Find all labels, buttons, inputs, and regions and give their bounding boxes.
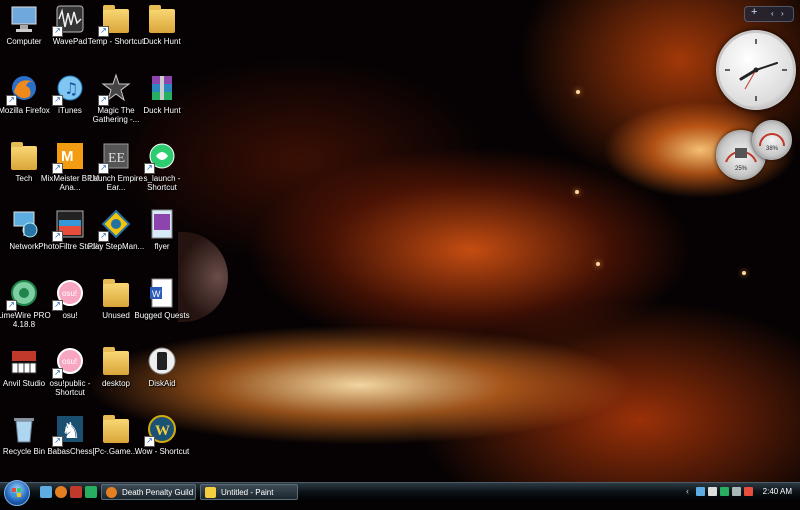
icon-label: Bugged Quests: [134, 311, 190, 320]
app-quicklaunch-icon[interactable]: [70, 486, 82, 498]
svg-text:W: W: [155, 423, 170, 439]
taskbar-button-label: Untitled - Paint: [221, 488, 274, 497]
app-tray-icon[interactable]: [720, 487, 729, 496]
folder-icon: [8, 140, 40, 172]
sidebar-controls[interactable]: + ‹ ›: [744, 6, 794, 22]
app-tray-icon[interactable]: [744, 487, 753, 496]
previous-gadget-icon[interactable]: ‹: [771, 9, 774, 18]
tray-expand-icon[interactable]: ‹: [686, 486, 689, 496]
volume-tray-icon[interactable]: [708, 487, 717, 496]
clock-face-icon: [725, 39, 787, 101]
icon-label: Duck Hunt: [143, 37, 181, 46]
svg-text:osu!: osu!: [62, 357, 77, 366]
word-document-icon: W: [146, 277, 178, 309]
desktop-icon-duck-hunt-archive[interactable]: Duck Hunt: [130, 72, 194, 115]
slaunch-icon: ↗: [144, 140, 178, 174]
wow-icon: W ↗: [144, 413, 178, 447]
shortcut-arrow-icon: ↗: [144, 436, 155, 447]
diskaid-icon: [146, 345, 178, 377]
taskbar-button-firefox[interactable]: Death Penalty Guild ...: [101, 484, 196, 500]
network-tray-icon[interactable]: [696, 487, 705, 496]
svg-text:♞: ♞: [61, 419, 81, 444]
mixmeister-icon: M ↗: [52, 140, 86, 174]
anvil-studio-icon: [8, 345, 40, 377]
photofiltre-icon: ↗: [52, 208, 86, 242]
taskbar-button-paint[interactable]: Untitled - Paint: [200, 484, 298, 500]
winrar-icon: [146, 72, 178, 104]
svg-text:W: W: [152, 289, 161, 299]
svg-text:EE: EE: [108, 151, 125, 166]
shortcut-arrow-icon: ↗: [52, 368, 63, 379]
shortcut-arrow-icon: ↗: [52, 95, 63, 106]
app-quicklaunch-icon[interactable]: [85, 486, 97, 498]
wavepad-icon: ↗: [52, 3, 86, 37]
shortcut-arrow-icon: ↗: [98, 231, 109, 242]
firefox-icon: [106, 487, 117, 498]
icon-label: Duck Hunt: [143, 106, 181, 115]
shortcut-arrow-icon: ↗: [144, 163, 155, 174]
system-tray: ‹ 2:40 AM: [686, 483, 800, 501]
memory-value: 38%: [765, 146, 778, 152]
folder-icon: [146, 3, 178, 35]
firefox-quicklaunch-icon[interactable]: [55, 486, 67, 498]
paint-icon: [205, 487, 216, 498]
limewire-icon: ↗: [6, 277, 40, 311]
icon-label: DiskAid: [148, 379, 176, 388]
empire-earth-icon: EE ↗: [98, 140, 132, 174]
svg-text:osu!: osu!: [62, 289, 77, 298]
desktop-icon-diskaid[interactable]: DiskAid: [130, 345, 194, 388]
desktop-icon-flyer[interactable]: flyer: [130, 208, 194, 251]
shortcut-arrow-icon: ↗: [52, 163, 63, 174]
shortcut-arrow-icon: ↗: [98, 26, 109, 37]
image-file-icon: [146, 208, 178, 240]
network-icon: [8, 208, 40, 240]
memory-meter-gadget[interactable]: 38%: [752, 120, 792, 160]
add-gadget-icon[interactable]: +: [751, 6, 757, 18]
desktop-icon-duck-hunt-folder[interactable]: Duck Hunt: [130, 3, 194, 46]
osu-icon: osu! ↗: [52, 345, 86, 379]
shortcut-arrow-icon: ↗: [52, 231, 63, 242]
desktop-icon-s-launch[interactable]: ↗ s_launch - Shortcut: [130, 140, 194, 192]
recycle-bin-icon: [8, 413, 40, 445]
babaschess-icon: ♞ ↗: [52, 413, 86, 447]
show-desktop-icon[interactable]: [40, 486, 52, 498]
svg-text:♫: ♫: [64, 79, 78, 98]
firefox-icon: ↗: [6, 72, 40, 106]
osu-icon: osu! ↗: [52, 277, 86, 311]
next-gadget-icon[interactable]: ›: [781, 9, 784, 18]
icon-label: Wow - Shortcut: [134, 447, 190, 456]
star: [596, 262, 600, 266]
gauge-needle-icon: [759, 133, 785, 147]
cpu-value: 25%: [734, 166, 747, 172]
taskbar: Death Penalty Guild ... Untitled - Paint…: [0, 480, 800, 506]
shortcut-arrow-icon: ↗: [98, 163, 109, 174]
taskbar-clock[interactable]: 2:40 AM: [763, 487, 792, 496]
start-button[interactable]: [4, 480, 30, 506]
folder-icon: ↗: [98, 3, 132, 37]
shortcut-arrow-icon: ↗: [6, 95, 17, 106]
app-tray-icon[interactable]: [732, 487, 741, 496]
itunes-icon: ♫ ↗: [52, 72, 86, 106]
clock-gadget[interactable]: [716, 30, 796, 110]
computer-icon: [8, 3, 40, 35]
shortcut-arrow-icon: ↗: [6, 300, 17, 311]
shortcut-arrow-icon: ↗: [52, 26, 63, 37]
shortcut-arrow-icon: ↗: [52, 436, 63, 447]
desktop-icon-wow[interactable]: W ↗ Wow - Shortcut: [130, 413, 194, 456]
desktop-icon-bugged-quests[interactable]: W Bugged Quests: [130, 277, 194, 320]
folder-icon: [100, 345, 132, 377]
shortcut-arrow-icon: ↗: [98, 95, 109, 106]
taskbar-button-label: Death Penalty Guild ...: [122, 488, 196, 497]
icon-label: flyer: [154, 242, 170, 251]
folder-icon: [100, 277, 132, 309]
folder-icon: [100, 413, 132, 445]
star: [742, 271, 746, 275]
icon-label: s_launch - Shortcut: [143, 174, 181, 192]
star: [576, 90, 580, 94]
magic-icon: ↗: [98, 72, 132, 106]
stepmania-icon: ↗: [98, 208, 132, 242]
shortcut-arrow-icon: ↗: [52, 300, 63, 311]
star: [575, 190, 579, 194]
windows-logo-icon: [12, 488, 21, 497]
